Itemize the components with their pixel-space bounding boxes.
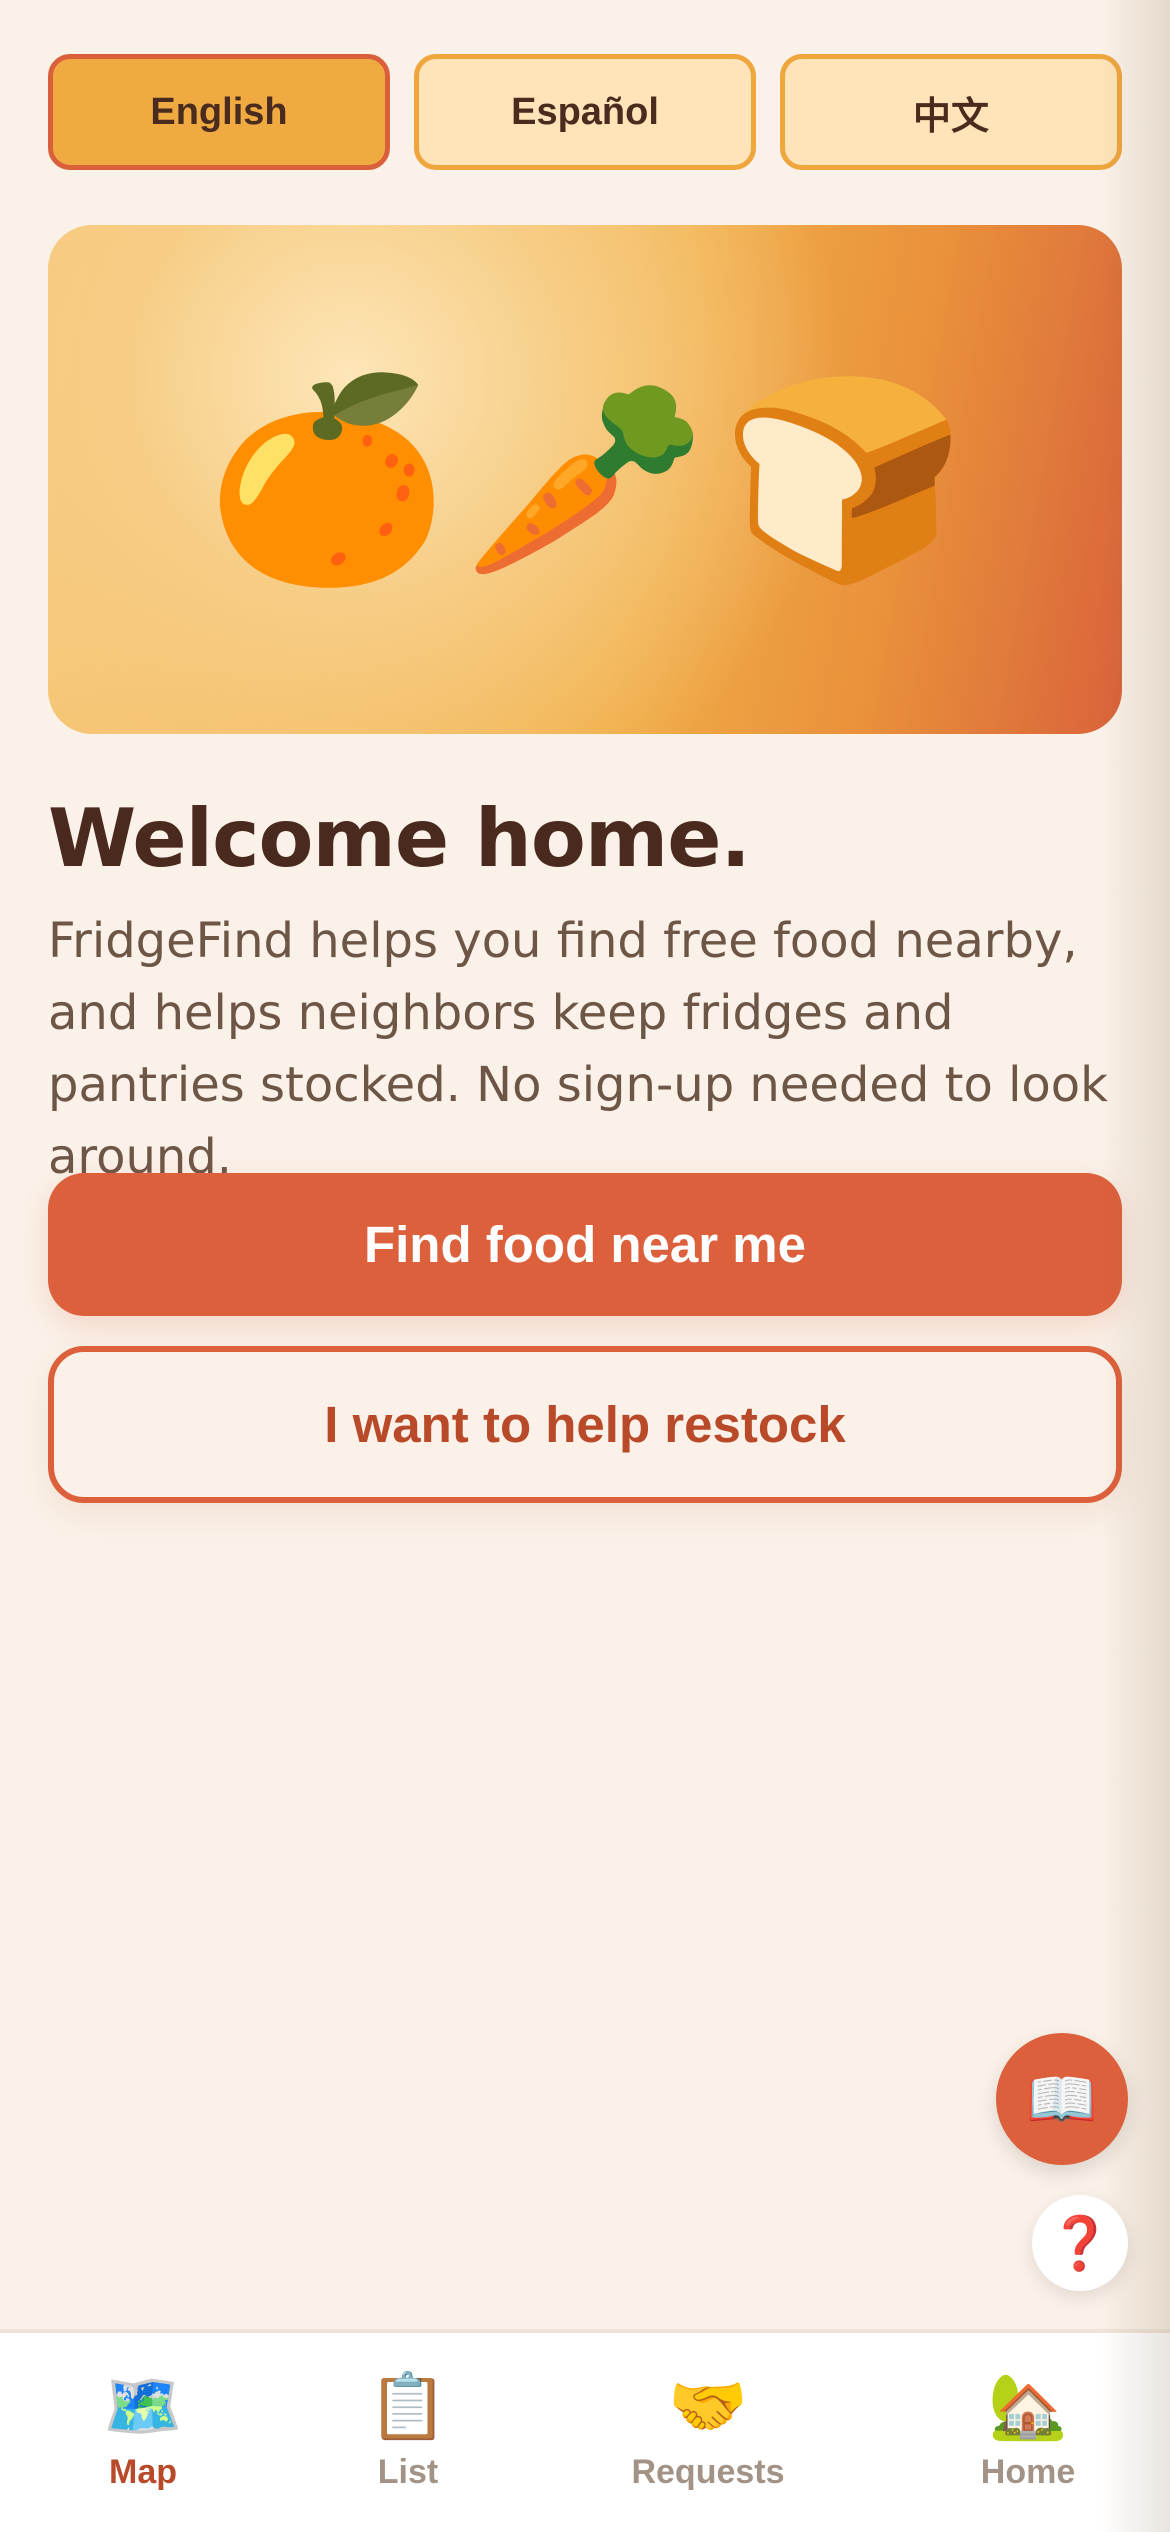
tab-requests-label: Requests <box>631 2453 785 2491</box>
language-chinese-button[interactable]: 中文 <box>780 54 1122 170</box>
guide-fab-button[interactable]: 📖 <box>996 2033 1128 2165</box>
language-spanish-button[interactable]: Español <box>414 54 756 170</box>
tab-list[interactable]: 📋 List <box>286 2333 530 2532</box>
carrot-icon: 🥕 <box>462 365 708 594</box>
tab-home[interactable]: 🏡 Home <box>886 2333 1170 2532</box>
bread-icon: 🍞 <box>721 365 966 594</box>
orange-icon: 🍊 <box>204 365 449 594</box>
tab-map-label: Map <box>109 2453 177 2491</box>
tab-list-label: List <box>377 2453 439 2491</box>
bottom-tab-bar: 🗺️ Map 📋 List 🤝 Requests 🏡 Home <box>0 2329 1170 2532</box>
handshake-icon: 🤝 <box>668 2370 748 2444</box>
hero-banner: 🍊 🥕 🍞 <box>48 225 1122 734</box>
language-selector: English Español 中文 <box>48 54 1122 170</box>
app-screen: English Español 中文 🍊 🥕 🍞 Welcome home. F… <box>0 0 1170 2532</box>
question-mark-icon: ❓ <box>1047 2213 1113 2274</box>
language-english-button[interactable]: English <box>48 54 390 170</box>
tab-home-label: Home <box>980 2453 1076 2491</box>
house-icon: 🏡 <box>988 2370 1068 2444</box>
map-icon: 🗺️ <box>103 2370 183 2444</box>
find-food-button[interactable]: Find food near me <box>48 1173 1122 1316</box>
tab-map[interactable]: 🗺️ Map <box>0 2333 286 2532</box>
clipboard-icon: 📋 <box>368 2370 448 2444</box>
hero-food-icons: 🍊 🥕 🍞 <box>48 225 1122 734</box>
tab-requests[interactable]: 🤝 Requests <box>530 2333 886 2532</box>
help-fab-button[interactable]: ❓ <box>1032 2195 1128 2291</box>
open-book-icon: 📖 <box>1025 2064 1099 2133</box>
welcome-title: Welcome home. <box>48 792 751 885</box>
welcome-description: FridgeFind helps you find free food near… <box>48 913 1108 1185</box>
help-restock-button[interactable]: I want to help restock <box>48 1346 1122 1503</box>
